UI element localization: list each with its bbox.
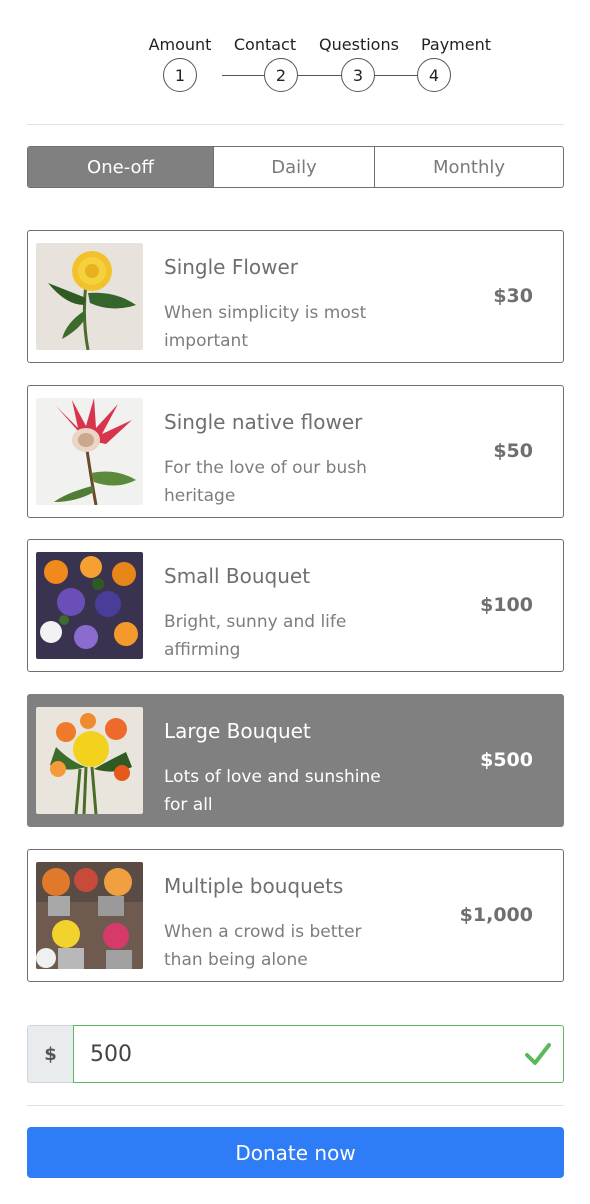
step-number: 2	[264, 58, 298, 92]
protea-image	[36, 398, 143, 505]
step-contact[interactable]: Contact 2	[215, 34, 315, 92]
option-description: Lots of love and sunshine for all	[164, 767, 381, 815]
step-questions[interactable]: Questions 3	[309, 34, 409, 92]
option-price: $1,000	[459, 904, 533, 926]
tab-daily[interactable]: Daily	[213, 147, 374, 187]
currency-addon: $	[27, 1025, 73, 1083]
option-description: Bright, sunny and life affirming	[164, 612, 347, 660]
step-number: 3	[341, 58, 375, 92]
step-label: Contact	[233, 35, 297, 54]
amount-input[interactable]	[73, 1025, 564, 1083]
donation-option-card[interactable]: Small Bouquet Bright, sunny and life aff…	[27, 539, 564, 672]
step-number: 1	[163, 58, 197, 92]
option-description: When a crowd is better than being alone	[164, 922, 362, 970]
donate-button[interactable]: Donate now	[27, 1127, 564, 1178]
step-label: Payment	[420, 35, 492, 54]
check-icon	[525, 1043, 551, 1065]
option-price: $50	[493, 440, 533, 462]
progress-stepper: Amount 1 Contact 2 Questions 3 Payment 4	[0, 0, 590, 125]
yellow-dahlia-image	[36, 243, 143, 350]
option-description: For the love of our bush heritage	[164, 458, 367, 506]
divider	[27, 1105, 564, 1106]
donation-option-card[interactable]: Multiple bouquets When a crowd is better…	[27, 849, 564, 982]
option-title: Small Bouquet	[164, 564, 311, 588]
option-title: Large Bouquet	[164, 719, 311, 743]
option-title: Single Flower	[164, 255, 299, 279]
donation-option-card[interactable]: Single native flower For the love of our…	[27, 385, 564, 518]
donation-option-card-selected[interactable]: Large Bouquet Lots of love and sunshine …	[27, 694, 564, 827]
option-title: Single native flower	[164, 410, 363, 434]
step-label: Questions	[319, 35, 399, 54]
step-payment[interactable]: Payment 4	[406, 34, 506, 92]
step-number: 4	[417, 58, 451, 92]
tab-one-off[interactable]: One-off	[28, 147, 213, 187]
small-bouquet-image	[36, 552, 143, 659]
frequency-tabs: One-off Daily Monthly	[27, 146, 564, 188]
flower-stall-image	[36, 862, 143, 969]
option-price: $500	[480, 749, 533, 771]
option-price: $100	[480, 594, 533, 616]
option-price: $30	[493, 285, 533, 307]
donation-option-card[interactable]: Single Flower When simplicity is most im…	[27, 230, 564, 363]
custom-amount-group: $	[27, 1025, 564, 1083]
large-bouquet-image	[36, 707, 143, 814]
option-title: Multiple bouquets	[164, 874, 344, 898]
option-description: When simplicity is most important	[164, 303, 367, 351]
tab-monthly[interactable]: Monthly	[374, 147, 563, 187]
divider	[27, 124, 564, 125]
